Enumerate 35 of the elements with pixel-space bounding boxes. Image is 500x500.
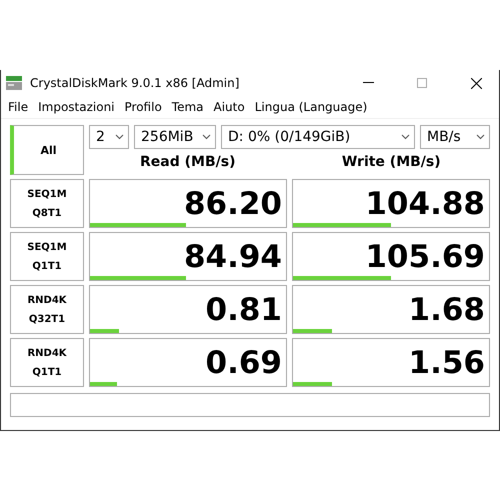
menu-item[interactable]: Impostazioni — [33, 100, 120, 114]
dropdown[interactable]: MB/s — [420, 125, 490, 149]
menu-item[interactable]: Profilo — [120, 100, 167, 114]
result-cell: 1.56 — [292, 338, 490, 387]
maximize-icon — [417, 78, 427, 88]
menu-item[interactable]: Aiuto — [208, 100, 250, 114]
all-button[interactable]: All — [10, 125, 84, 175]
dropdown[interactable]: 2 — [89, 125, 129, 149]
test-button[interactable]: SEQ1M Q8T1 — [10, 179, 84, 228]
column-header: Write (MB/s) — [340, 154, 442, 170]
app-icon — [6, 75, 22, 91]
result-cell: 105.69 — [292, 232, 490, 281]
menu-item[interactable]: Tema — [166, 100, 209, 114]
column-header: Read (MB/s) — [139, 154, 236, 170]
minimize-icon — [362, 82, 374, 84]
caret-icon — [476, 134, 485, 140]
result-cell: 0.69 — [89, 338, 287, 387]
caret-icon — [401, 134, 410, 140]
result-cell: 84.94 — [89, 232, 287, 281]
result-cell: 1.68 — [292, 285, 490, 334]
test-button[interactable]: RND4K Q1T1 — [10, 338, 84, 387]
dropdown[interactable]: 256MiB — [134, 125, 216, 149]
test-button[interactable]: RND4K Q32T1 — [10, 285, 84, 334]
caret-icon — [115, 134, 124, 140]
comment-field[interactable] — [10, 393, 490, 417]
close-icon — [470, 78, 482, 88]
result-cell: 104.88 — [292, 179, 490, 228]
menu-item[interactable]: Lingua (Language) — [250, 100, 372, 114]
result-cell: 86.20 — [89, 179, 287, 228]
window-title: CrystalDiskMark 9.0.1 x86 [Admin] — [30, 76, 240, 90]
caret-icon — [202, 134, 211, 140]
result-cell: 0.81 — [89, 285, 287, 334]
test-button[interactable]: SEQ1M Q1T1 — [10, 232, 84, 281]
dropdown[interactable]: D: 0% (0/149GiB) — [221, 125, 415, 149]
menu-item[interactable]: File — [3, 100, 34, 114]
